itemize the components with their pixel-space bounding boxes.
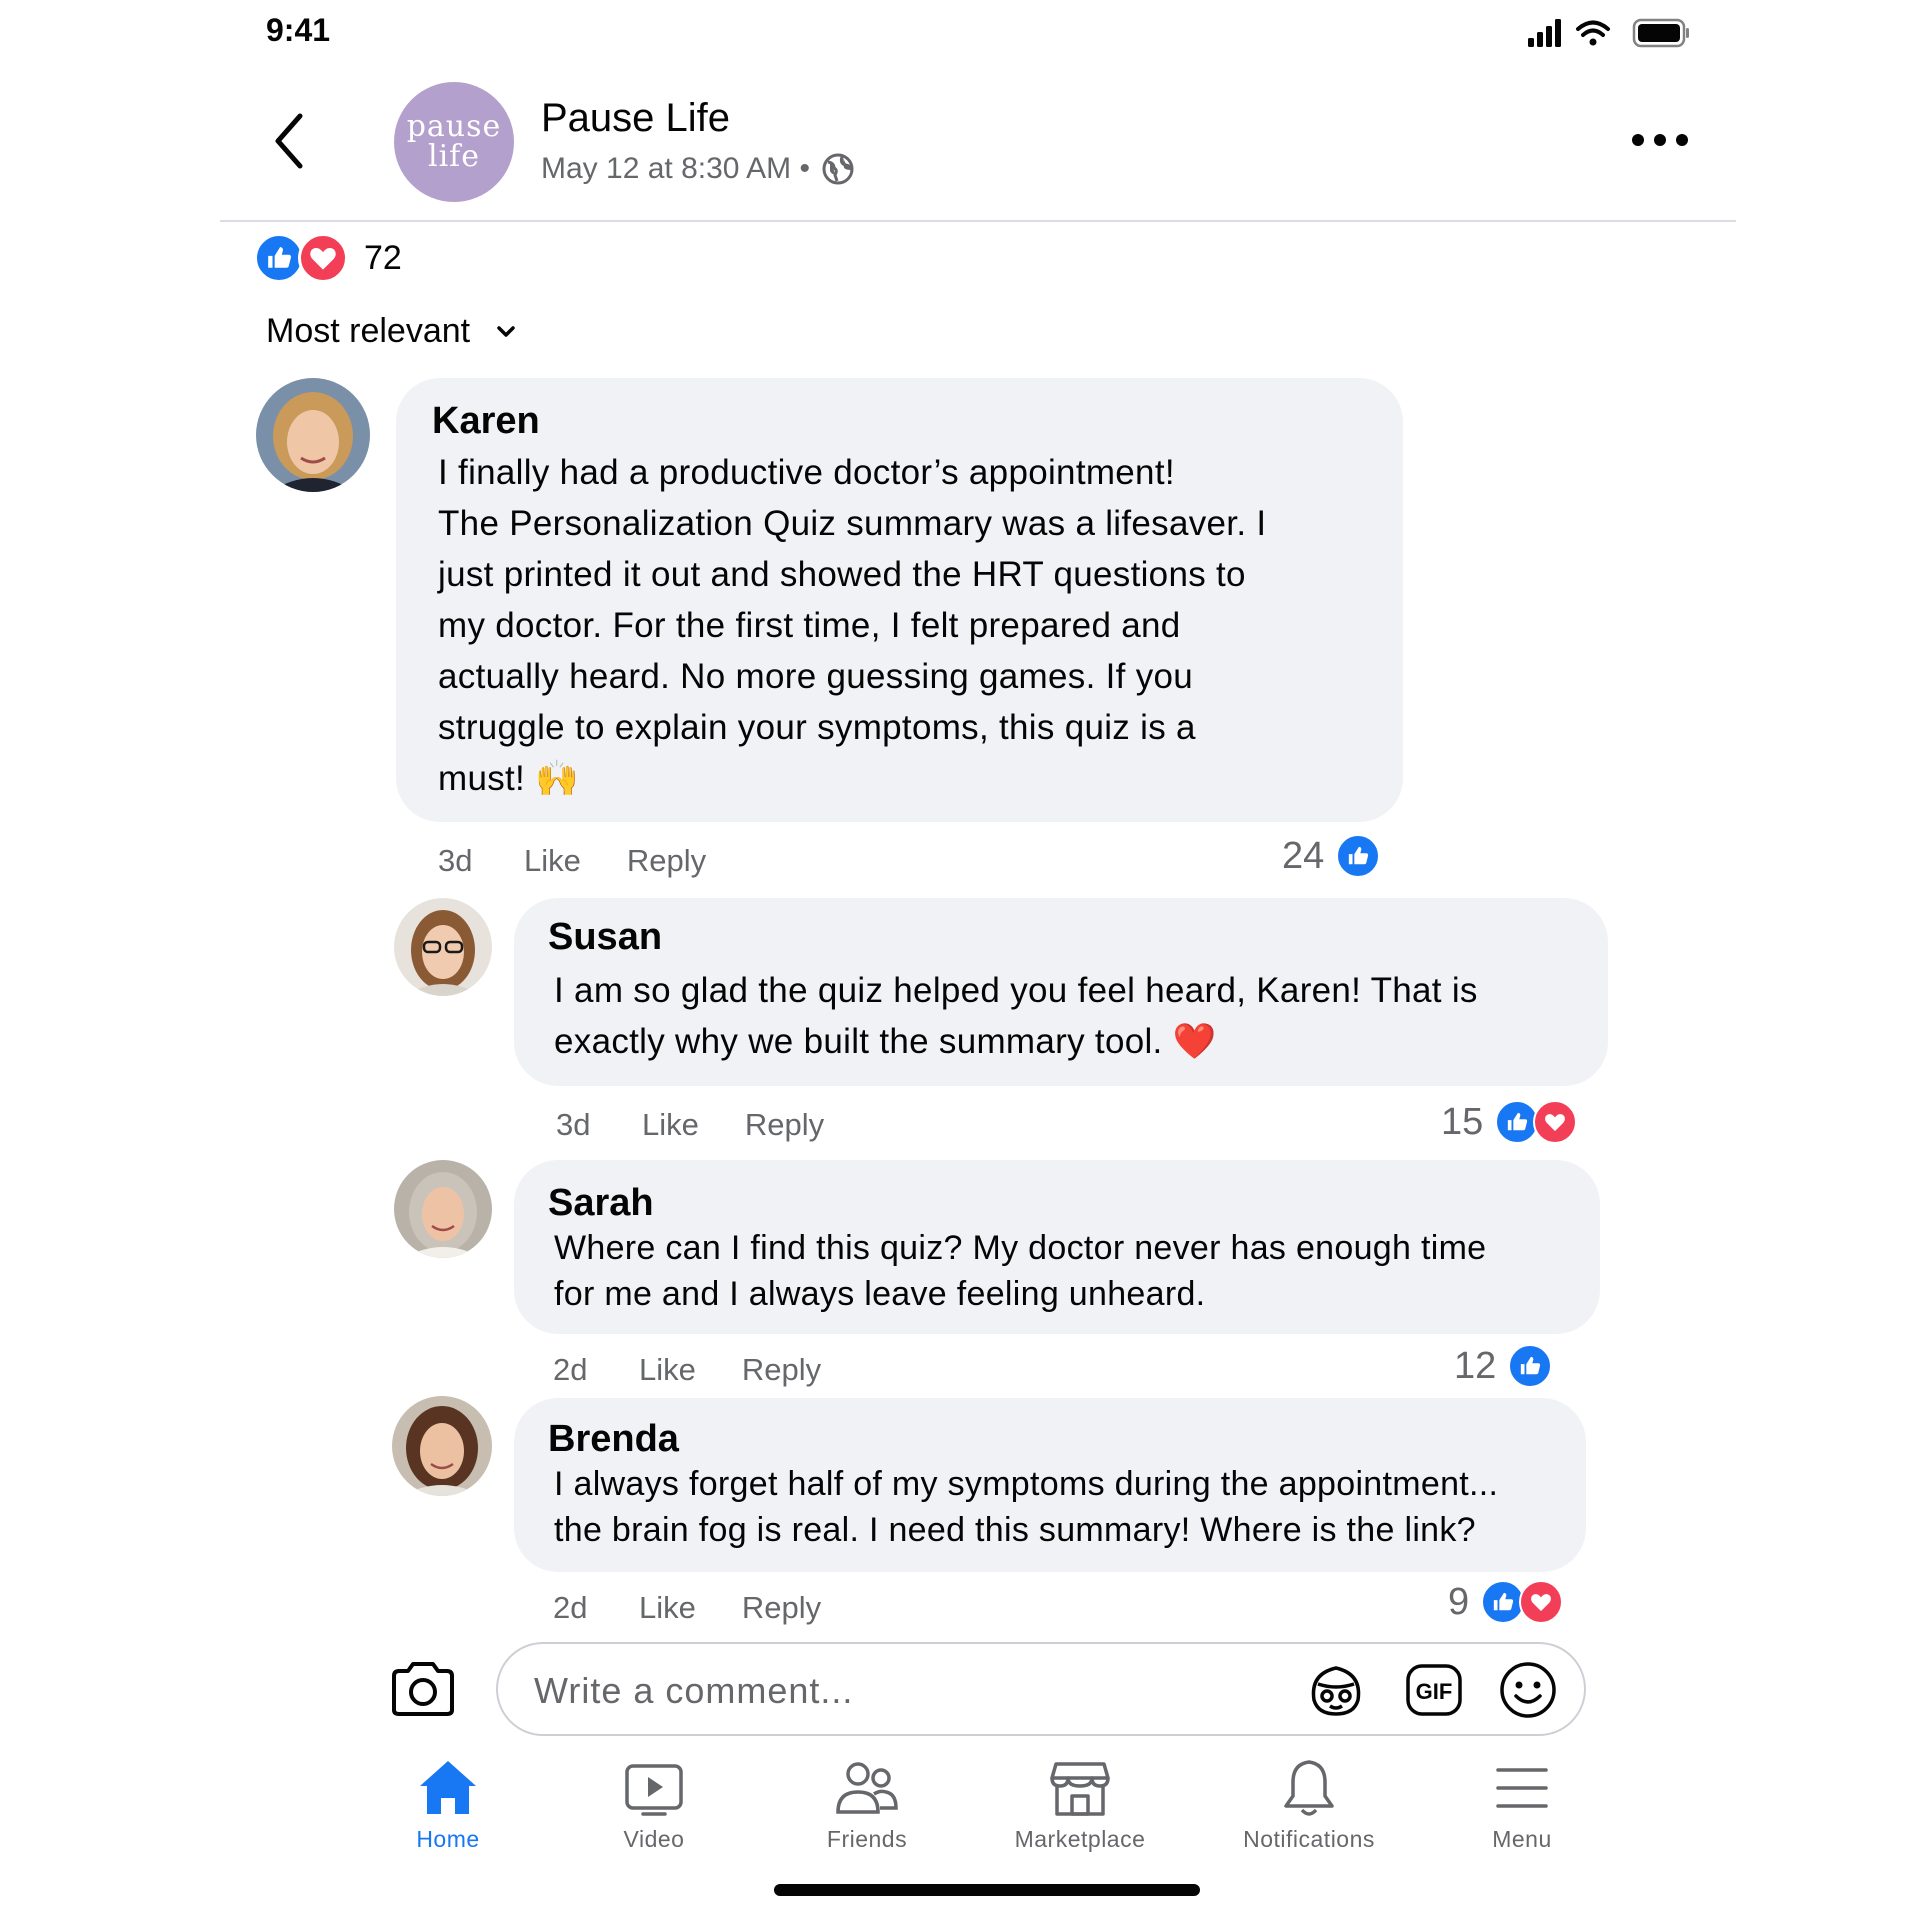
avatar-sticker-icon[interactable] (1306, 1660, 1366, 1720)
comment-actions: 2d Like Reply (553, 1352, 867, 1388)
nav-label: Notifications (1243, 1826, 1375, 1852)
camera-icon (392, 1662, 454, 1716)
post-timestamp: May 12 at 8:30 AM • (541, 152, 810, 185)
comment-author[interactable]: Sarah (548, 1182, 1568, 1225)
reply-button[interactable]: Reply (745, 1107, 824, 1143)
chevron-down-icon (497, 325, 515, 337)
home-indicator (774, 1884, 1200, 1896)
comment-text: I finally had a productive doctor’s appo… (438, 453, 1267, 798)
love-reaction-icon (1533, 1100, 1578, 1144)
comment-reaction-count: 15 (1441, 1100, 1484, 1143)
nav-label: Marketplace (1014, 1826, 1146, 1852)
like-reaction-icon (1336, 834, 1381, 878)
comment-reaction-count: 9 (1448, 1580, 1470, 1623)
post-reactions-summary[interactable]: 72 (254, 232, 402, 284)
reply-button[interactable]: Reply (627, 843, 706, 879)
love-reaction-icon (1519, 1580, 1564, 1624)
header-divider (220, 220, 1736, 222)
nav-home[interactable]: Home (363, 1758, 533, 1858)
globe-icon (822, 153, 854, 185)
comment-time: 3d (556, 1107, 591, 1142)
gif-icon[interactable]: GIF (1404, 1660, 1464, 1720)
avatar-sarah[interactable] (394, 1160, 492, 1258)
emoji-icon[interactable] (1498, 1660, 1558, 1720)
video-icon (625, 1764, 683, 1816)
comment-reaction-count: 12 (1454, 1344, 1497, 1387)
friends-icon (836, 1762, 898, 1814)
like-reaction-icon (1508, 1344, 1553, 1388)
bell-icon (1284, 1760, 1334, 1816)
nav-label: Menu (1492, 1826, 1552, 1852)
like-button[interactable]: Like (524, 843, 581, 879)
like-reaction-icon (254, 233, 304, 283)
comment-actions: 3d Like Reply (438, 843, 752, 879)
avatar-brenda[interactable] (392, 1396, 492, 1496)
page-avatar[interactable]: pause life (394, 82, 514, 202)
reply-button[interactable]: Reply (742, 1352, 821, 1388)
nav-label: Home (416, 1826, 480, 1852)
page-avatar-text-1: pause (406, 109, 502, 144)
marketplace-icon (1050, 1762, 1110, 1816)
nav-marketplace[interactable]: Marketplace (995, 1758, 1165, 1858)
avatar-karen[interactable] (256, 378, 370, 492)
back-button[interactable] (268, 110, 320, 172)
post-meta: May 12 at 8:30 AM • (541, 152, 854, 186)
comment-reactions[interactable]: 9 (1448, 1580, 1564, 1624)
nav-video[interactable]: Video (569, 1758, 739, 1858)
like-button[interactable]: Like (642, 1107, 699, 1143)
comment-author[interactable]: Karen (432, 400, 1367, 443)
comment-reactions[interactable]: 12 (1454, 1344, 1553, 1388)
like-button[interactable]: Like (639, 1352, 696, 1388)
comment-actions: 2d Like Reply (553, 1590, 867, 1626)
home-icon (420, 1761, 476, 1814)
like-button[interactable]: Like (639, 1590, 696, 1626)
comment-time: 2d (553, 1352, 588, 1387)
wifi-icon (1576, 20, 1610, 37)
nav-label: Friends (826, 1826, 908, 1852)
menu-icon (1496, 1768, 1548, 1808)
status-time: 9:41 (266, 12, 331, 48)
comment-author[interactable]: Susan (548, 916, 1576, 959)
comment-author[interactable]: Brenda (548, 1418, 1554, 1461)
sort-dropdown[interactable]: Most relevant (266, 312, 516, 351)
status-icons (1528, 18, 1689, 48)
comment-bubble-brenda: Brenda I always forget half of my sympto… (514, 1398, 1586, 1572)
nav-menu[interactable]: Menu (1437, 1758, 1607, 1858)
more-options-button[interactable] (1630, 126, 1690, 154)
nav-friends[interactable]: Friends (782, 1758, 952, 1858)
comment-time: 2d (553, 1590, 588, 1625)
avatar-susan[interactable] (394, 898, 492, 996)
page-name[interactable]: Pause Life (541, 96, 730, 141)
comment-reactions[interactable]: 15 (1441, 1100, 1578, 1144)
nav-notifications[interactable]: Notifications (1224, 1758, 1394, 1858)
comment-text: I am so glad the quiz helped you feel he… (554, 971, 1478, 1061)
signal-icon (1528, 19, 1561, 47)
comment-time: 3d (438, 843, 473, 878)
nav-label: Video (623, 1826, 685, 1852)
battery-icon (1632, 18, 1689, 48)
chevron-left-icon (275, 113, 303, 169)
reply-button[interactable]: Reply (742, 1590, 821, 1626)
sort-label: Most relevant (266, 312, 471, 350)
camera-button[interactable] (390, 1660, 456, 1718)
svg-text:GIF: GIF (1416, 1679, 1453, 1704)
comment-bubble-karen: Karen I finally had a productive doctor’… (396, 378, 1403, 822)
page-avatar-text-2: life (427, 139, 481, 174)
comment-composer[interactable]: GIF (496, 1642, 1586, 1736)
comment-text: Where can I find this quiz? My doctor ne… (554, 1229, 1487, 1313)
love-reaction-icon (298, 233, 348, 283)
comment-reaction-count: 24 (1282, 834, 1325, 877)
comment-text: I always forget half of my symptoms duri… (554, 1465, 1499, 1549)
reactions-count: 72 (364, 238, 402, 277)
comment-bubble-sarah: Sarah Where can I find this quiz? My doc… (514, 1160, 1600, 1334)
comment-actions: 3d Like Reply (556, 1107, 870, 1143)
comment-reactions[interactable]: 24 (1282, 834, 1381, 878)
comment-input[interactable] (532, 1662, 1236, 1720)
comment-bubble-susan: Susan I am so glad the quiz helped you f… (514, 898, 1608, 1086)
